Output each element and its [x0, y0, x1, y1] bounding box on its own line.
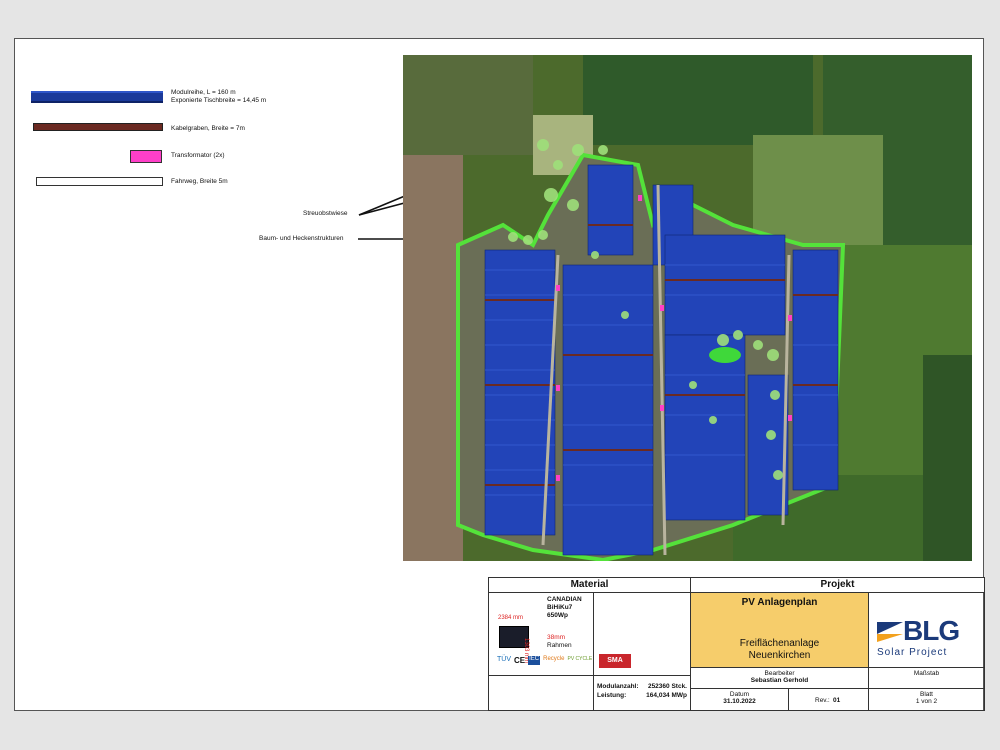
frame-mm: 38mm: [547, 634, 566, 641]
title-block: Material Projekt 2384 mm 1303 mm CANADIA…: [488, 577, 985, 711]
module-power: 650Wp: [547, 612, 568, 619]
massstab-label: Maßstab: [913, 670, 940, 677]
pvcycle-icon: PV CYCLE: [567, 656, 593, 662]
rev-cell: Rev.: 01: [788, 688, 869, 711]
module-brand: CANADIAN: [547, 596, 582, 603]
datum-value: 31.10.2022: [723, 698, 756, 705]
blg-mark-icon: [877, 622, 903, 642]
leistung-label: Leistung:: [597, 692, 627, 699]
plan-sub2: Neuenkirchen: [748, 650, 811, 661]
empty-cell: [488, 675, 594, 711]
dim-width: 2384 mm: [498, 615, 524, 621]
plan-title: PV Anlagenplan: [741, 597, 818, 608]
plan-sub1: Freiflächenanlage: [739, 638, 820, 649]
ce-icon: CE: [514, 656, 526, 665]
leistung-value: 164,034 MWp: [646, 692, 687, 699]
bearbeiter-value: Sebastian Gerhold: [750, 677, 809, 684]
modulanzahl-value: 252360 Stck.: [647, 683, 687, 690]
recycle-icon: Recycle: [543, 656, 565, 662]
logo-blg: BLG: [903, 615, 960, 646]
blatt-label: Blatt: [919, 691, 933, 698]
massstab-cell: Maßstab: [868, 667, 985, 689]
modulanzahl-label: Modulanzahl:: [597, 683, 639, 690]
frame-label: Rahmen: [547, 642, 572, 649]
iec-icon: IEC: [528, 656, 541, 665]
material-header: Material: [488, 577, 691, 593]
company-logo: BLG Solar Project: [868, 592, 985, 668]
cert-logos: TÜV CE IEC Recycle PV CYCLE: [497, 656, 592, 665]
bearbeiter-cell: Bearbeiter Sebastian Gerhold: [690, 667, 869, 689]
module-model: BiHiKu7: [547, 604, 573, 611]
aerial-site-map: [403, 55, 972, 561]
sma-logo: SMA: [599, 654, 631, 668]
datum-cell: Datum 31.10.2022: [690, 688, 789, 711]
logo-solar-project: Solar Project: [877, 647, 948, 658]
blatt-cell: Blatt 1 von 2: [868, 688, 985, 711]
drawing-sheet: Modulreihe, L = 160 m Exponierte Tischbr…: [14, 38, 985, 711]
module-spec-box: 2384 mm 1303 mm CANADIAN BiHiKu7 650Wp 3…: [488, 592, 594, 676]
inverter-box: SMA: [593, 592, 691, 676]
blatt-value: 1 von 2: [915, 698, 938, 705]
rev-value: 01: [833, 697, 841, 704]
rev-label: Rev.:: [815, 697, 830, 704]
plan-title-box: PV Anlagenplan Freiflächenanlage Neuenki…: [690, 592, 869, 668]
module-stats: Modulanzahl: 252360 Stck. Leistung: 164,…: [593, 675, 691, 711]
tuv-icon: TÜV: [497, 656, 511, 663]
projekt-header: Projekt: [690, 577, 985, 593]
bearbeiter-label: Bearbeiter: [764, 670, 795, 677]
datum-label: Datum: [729, 691, 750, 698]
